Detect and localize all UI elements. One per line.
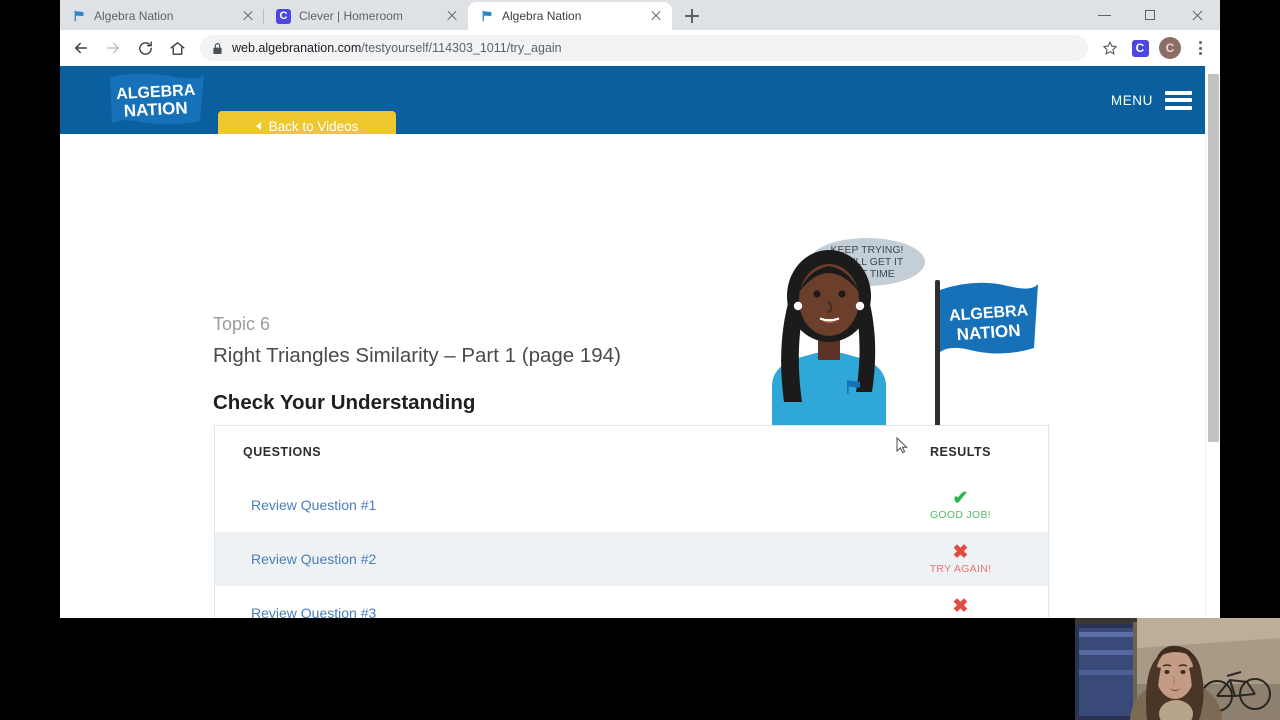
review-question-link[interactable]: Review Question #1 <box>251 497 873 513</box>
clever-extension-icon[interactable]: C <box>1126 34 1154 62</box>
url-path: /testyourself/114303_1011/try_again <box>361 41 562 55</box>
tab-strip: Algebra Nation C Clever | Homeroom Algeb… <box>60 0 1220 30</box>
section-heading: Check Your Understanding <box>213 391 476 414</box>
screen-root: Algebra Nation C Clever | Homeroom Algeb… <box>0 0 1280 720</box>
webcam-overlay <box>1075 618 1280 720</box>
menu-button[interactable]: MENU <box>1111 86 1192 114</box>
table-header: QUESTIONS RESULTS <box>215 426 1048 478</box>
back-arrow-icon[interactable] <box>66 33 96 63</box>
page-viewport: ALGEBRA NATION Back to Videos MENU Topic… <box>60 66 1220 618</box>
column-header-questions: QUESTIONS <box>243 445 322 459</box>
cross-icon: ✖ <box>952 542 969 563</box>
avatar[interactable]: C <box>1156 34 1184 62</box>
mascot-illustration: KEEP TRYING! YOU'LL GET IT NEXT TIME ALG… <box>750 234 1040 430</box>
maximize-icon[interactable] <box>1128 0 1174 30</box>
browser-window: Algebra Nation C Clever | Homeroom Algeb… <box>60 0 1220 618</box>
window-controls <box>1082 0 1220 30</box>
browser-tab-1[interactable]: Algebra Nation <box>60 2 264 30</box>
browser-tab-3[interactable]: Algebra Nation <box>468 2 672 30</box>
result-status: ✔ GOOD JOB! <box>873 489 1048 521</box>
svg-text:NATION: NATION <box>123 98 188 120</box>
browser-tab-2[interactable]: C Clever | Homeroom <box>264 2 468 30</box>
topic-label: Topic 6 <box>213 314 271 334</box>
hamburger-icon[interactable] <box>1165 90 1192 110</box>
page-content: Topic 6 Right Triangles Similarity – Par… <box>60 134 1220 618</box>
table-row[interactable]: Review Question #1 ✔ GOOD JOB! <box>215 478 1048 532</box>
url-domain: web.algebranation.com <box>232 41 362 55</box>
table-row[interactable]: Review Question #3 ✖ TRY AGAIN! <box>215 586 1048 618</box>
table-row[interactable]: Review Question #2 ✖ TRY AGAIN! <box>215 532 1048 586</box>
chevron-left-icon <box>255 122 261 130</box>
address-bar-text: web.algebranation.com/testyourself/11430… <box>232 41 562 55</box>
menu-label: MENU <box>1110 92 1153 108</box>
reload-icon[interactable] <box>130 33 160 63</box>
tab-close-icon[interactable] <box>648 8 664 24</box>
algebra-nation-logo[interactable]: ALGEBRA NATION <box>108 71 206 129</box>
new-tab-button[interactable] <box>678 2 706 30</box>
forward-arrow-icon[interactable] <box>98 33 128 63</box>
lock-icon <box>213 42 222 54</box>
browser-toolbar: web.algebranation.com/testyourself/11430… <box>60 30 1220 66</box>
site-header: ALGEBRA NATION Back to Videos MENU <box>60 66 1220 141</box>
star-icon[interactable] <box>1096 34 1124 62</box>
review-question-link[interactable]: Review Question #3 <box>251 605 873 618</box>
check-understanding-card: QUESTIONS RESULTS Review Question #1 ✔ G… <box>214 425 1049 618</box>
cross-icon: ✖ <box>952 596 969 617</box>
flag-icon <box>74 10 84 22</box>
result-label: GOOD JOB! <box>929 509 992 521</box>
tab-title: Algebra Nation <box>502 9 582 23</box>
page-title: Right Triangles Similarity – Part 1 (pag… <box>213 344 621 367</box>
back-to-videos-label: Back to Videos <box>268 118 359 134</box>
flag-icon <box>482 10 492 22</box>
mouse-cursor <box>896 436 908 455</box>
clever-c-glyph: C <box>1131 39 1149 57</box>
kebab-menu-icon[interactable] <box>1186 34 1214 62</box>
address-bar[interactable]: web.algebranation.com/testyourself/11430… <box>200 35 1088 61</box>
vertical-scrollbar[interactable] <box>1205 66 1220 618</box>
result-label: TRY AGAIN! <box>929 563 992 575</box>
result-status: ✖ TRY AGAIN! <box>873 543 1048 575</box>
clever-c-icon: C <box>276 8 291 24</box>
home-icon[interactable] <box>162 33 192 63</box>
result-label: TRY AGAIN! <box>930 617 992 618</box>
review-question-link[interactable]: Review Question #2 <box>251 551 873 567</box>
tab-title: Algebra Nation <box>94 9 174 23</box>
check-icon: ✔ <box>952 488 969 509</box>
result-status: ✖ TRY AGAIN! <box>873 597 1048 618</box>
close-icon[interactable] <box>1174 0 1220 30</box>
tab-close-icon[interactable] <box>444 8 460 24</box>
avatar-initial: C <box>1159 37 1181 59</box>
tab-title: Clever | Homeroom <box>299 9 403 23</box>
scrollbar-thumb[interactable] <box>1208 74 1219 442</box>
minimize-icon[interactable] <box>1082 0 1128 30</box>
tab-close-icon[interactable] <box>240 8 256 24</box>
